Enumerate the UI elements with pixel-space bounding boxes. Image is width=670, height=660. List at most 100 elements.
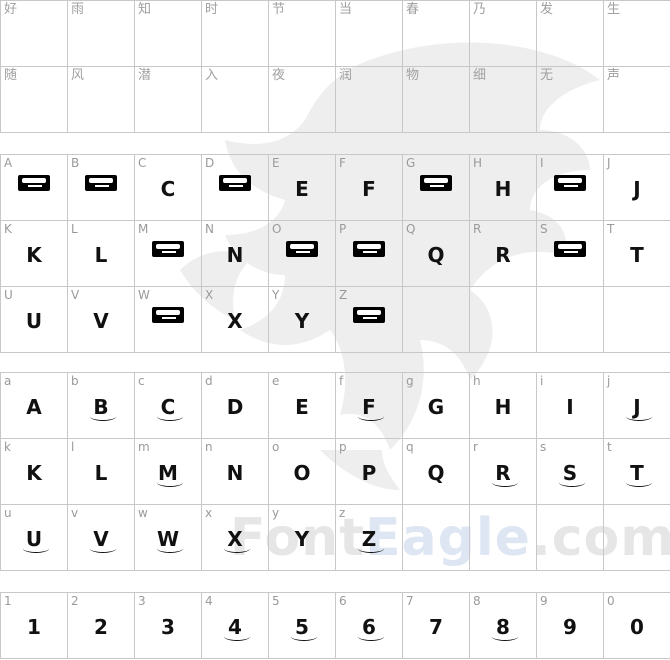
cell-label: D: [205, 156, 215, 170]
glyph-cell: 66: [336, 593, 403, 659]
glyph-sample: 8: [470, 617, 536, 641]
glyph-sample: F: [362, 177, 376, 201]
glyph-cell: qQ: [403, 439, 470, 505]
glyph-sample: Q: [427, 461, 445, 485]
cell-label: K: [4, 222, 12, 236]
glyph-cell: M: [135, 221, 202, 287]
glyph-cell: 33: [135, 593, 202, 659]
glyph-sample: E: [295, 177, 309, 201]
cell-label: 知: [138, 2, 152, 17]
missing-glyph-logo-icon: [554, 241, 586, 257]
glyph-sample: J: [633, 177, 641, 201]
cell-label: 当: [339, 2, 353, 17]
cell-label: 润: [339, 68, 353, 83]
glyph-cell: dD: [202, 373, 269, 439]
cell-label: 风: [71, 68, 85, 83]
cell-label: X: [205, 288, 214, 302]
glyph-cell: Z: [336, 287, 403, 353]
glyph-cell: cC: [135, 373, 202, 439]
cell-label: i: [540, 374, 544, 388]
missing-glyph-logo-icon: [420, 175, 452, 191]
glyph-cell: 22: [68, 593, 135, 659]
glyph-sample: C: [135, 397, 201, 421]
glyph-sample: 7: [429, 615, 443, 639]
cell-label: 物: [406, 68, 420, 83]
lowercase-glyph-grid: aAbBcCdDeEfFgGhHiIjJkKlLmMnNoOpPqQrRsStT…: [0, 372, 670, 571]
glyph-cell: 雨: [68, 1, 135, 67]
cell-label: 春: [406, 2, 420, 17]
cell-label: W: [138, 288, 150, 302]
cell-label: L: [71, 222, 78, 236]
glyph-cell: [604, 505, 670, 571]
cell-label: I: [540, 156, 544, 170]
glyph-cell: 入: [202, 67, 269, 133]
missing-glyph-logo-icon: [18, 175, 50, 191]
cell-label: 8: [473, 594, 481, 608]
glyph-sample: F: [336, 397, 402, 421]
glyph-sample: Z: [336, 529, 402, 553]
glyph-cell: 11: [1, 593, 68, 659]
glyph-sample: H: [494, 177, 512, 201]
glyph-cell: 00: [604, 593, 670, 659]
cell-label: h: [473, 374, 481, 388]
missing-glyph-logo-icon: [353, 307, 385, 323]
glyph-cell: pP: [336, 439, 403, 505]
glyph-cell: 44: [202, 593, 269, 659]
glyph-sample: D: [226, 395, 244, 419]
glyph-cell: G: [403, 155, 470, 221]
cell-label: 5: [272, 594, 280, 608]
cell-label: j: [607, 374, 611, 388]
glyph-sample: V: [93, 309, 109, 333]
glyph-cell: [604, 287, 670, 353]
cell-label: y: [272, 506, 280, 520]
glyph-sample: K: [26, 461, 42, 485]
cell-label: c: [138, 374, 145, 388]
cell-label: P: [339, 222, 347, 236]
cell-label: 潜: [138, 68, 152, 83]
glyph-cell: [403, 287, 470, 353]
glyph-cell: nN: [202, 439, 269, 505]
glyph-sample: S: [537, 463, 603, 487]
glyph-cell: sS: [537, 439, 604, 505]
cell-label: q: [406, 440, 414, 454]
glyph-cell: LL: [68, 221, 135, 287]
cell-label: l: [71, 440, 75, 454]
glyph-cell: NN: [202, 221, 269, 287]
glyph-sample: 3: [161, 615, 175, 639]
uppercase-glyph-grid: ABCCDEEFFGHHIJJKKLLMNNOPQQRRSTTUUVVWXXYY…: [0, 154, 670, 353]
glyph-cell: 乃: [470, 1, 537, 67]
missing-glyph-logo-icon: [219, 175, 251, 191]
digit-glyph-grid: 11223344556677889900: [0, 592, 670, 659]
glyph-cell: W: [135, 287, 202, 353]
cell-label: A: [4, 156, 13, 170]
glyph-cell: 77: [403, 593, 470, 659]
glyph-cell: YY: [269, 287, 336, 353]
glyph-sample: J: [604, 397, 670, 421]
cell-label: 9: [540, 594, 548, 608]
glyph-cell: B: [68, 155, 135, 221]
glyph-sample: V: [68, 529, 134, 553]
cell-label: R: [473, 222, 482, 236]
glyph-sample: R: [470, 463, 536, 487]
glyph-cell: KK: [1, 221, 68, 287]
glyph-sample: T: [604, 463, 670, 487]
glyph-sample: O: [293, 461, 311, 485]
glyph-sample: N: [226, 243, 244, 267]
cell-label: m: [138, 440, 150, 454]
cell-label: U: [4, 288, 13, 302]
cell-label: 3: [138, 594, 146, 608]
cell-label: J: [607, 156, 611, 170]
cell-label: E: [272, 156, 280, 170]
glyph-cell: hH: [470, 373, 537, 439]
glyph-cell: kK: [1, 439, 68, 505]
glyph-sample: 0: [630, 615, 644, 639]
cell-label: w: [138, 506, 148, 520]
cell-label: p: [339, 440, 347, 454]
cell-label: 2: [71, 594, 79, 608]
glyph-sample: Y: [294, 527, 310, 551]
glyph-sample: 4: [202, 617, 268, 641]
glyph-cell: HH: [470, 155, 537, 221]
glyph-cell: O: [269, 221, 336, 287]
glyph-sample: L: [94, 243, 108, 267]
glyph-sample: 9: [563, 615, 577, 639]
